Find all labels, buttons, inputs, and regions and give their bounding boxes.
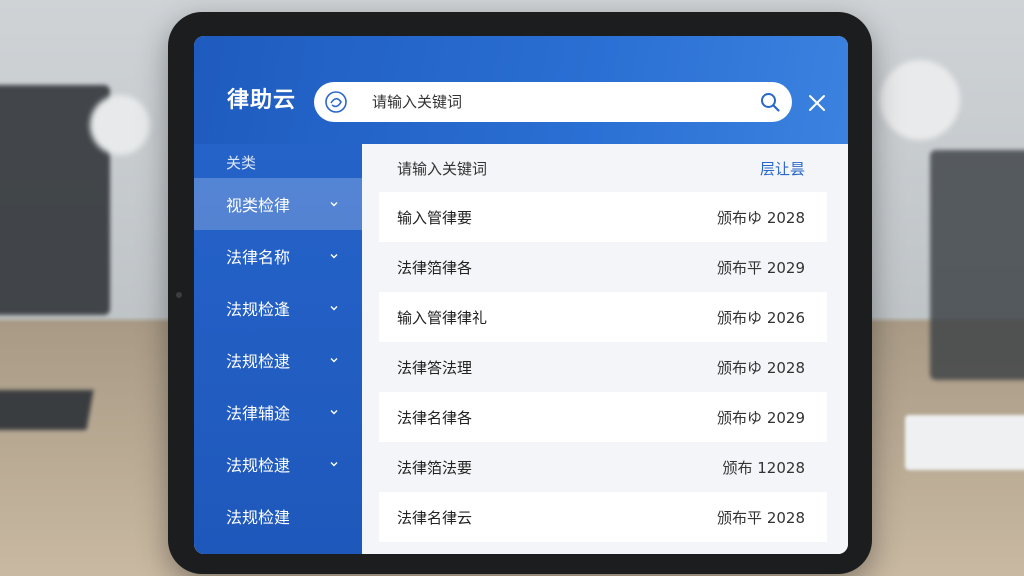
table-row[interactable]: 输入管律要 颁布ゆ 2028: [379, 192, 827, 242]
law-name: 法律箔律各: [397, 258, 473, 277]
search-bar[interactable]: [314, 82, 792, 122]
sidebar-header: 关类: [226, 154, 257, 172]
chevron-down-icon: [328, 458, 340, 470]
brand-logo-icon: [314, 82, 358, 122]
law-name: 法律答法理: [397, 358, 473, 377]
results-panel: 请输入关键词 层让昙 输入管律要 颁布ゆ 2028 法律箔律各 颁布平 2029…: [379, 144, 827, 554]
search-input[interactable]: [358, 93, 748, 111]
tablet-device: 律助云 请输入关键词 关类 视类检律 法律名称 法规检逢 法规检逮 法律辅途 法…: [168, 12, 872, 574]
sidebar-item-label: 法律名称: [226, 248, 291, 267]
law-name: 法律箔法要: [397, 458, 473, 477]
sidebar-item-1[interactable]: 法律名称: [194, 230, 362, 282]
table-row[interactable]: 法律答法理 颁布ゆ 2028: [379, 342, 827, 392]
tablet-screen: 律助云 请输入关键词 关类 视类检律 法律名称 法规检逢 法规检逮 法律辅途 法…: [194, 36, 848, 554]
sidebar-item-label: 法规检逮: [226, 352, 291, 371]
sidebar-item-label: 法规检逢: [226, 300, 291, 319]
sidebar-item-5[interactable]: 法规检逮: [194, 438, 362, 490]
background-monitor-right: [930, 150, 1024, 380]
sidebar-item-6[interactable]: 法规检建: [194, 490, 362, 542]
law-date: 颁布平 2028: [717, 508, 805, 527]
tablet-camera: [176, 292, 182, 298]
table-row[interactable]: 法律箔律各 颁布平 2029: [379, 242, 827, 292]
table-row[interactable]: 法律名律云 颁布平 2028: [379, 492, 827, 542]
table-row[interactable]: 法律箔法要 颁布 12028: [379, 442, 827, 492]
table-row[interactable]: 法律名律各 颁布ゆ 2029: [379, 392, 827, 442]
law-date: 颁布平 2029: [717, 258, 805, 277]
sidebar-item-3[interactable]: 法规检逮: [194, 334, 362, 386]
chevron-down-icon: [328, 406, 340, 418]
sidebar-item-0[interactable]: 视类检律: [194, 178, 362, 230]
law-date: 颁布ゆ 2026: [717, 308, 805, 327]
law-date: 颁布ゆ 2029: [717, 408, 805, 427]
law-date: 颁布 12028: [722, 458, 806, 477]
law-name: 输入管律要: [397, 208, 473, 227]
background-lamp-right: [880, 60, 960, 140]
sidebar-item-2[interactable]: 法规检逢: [194, 282, 362, 334]
background-notebook: [905, 415, 1024, 470]
background-keyboard: [0, 390, 94, 430]
chevron-down-icon: [328, 198, 340, 210]
law-date: 颁布ゆ 2028: [717, 358, 805, 377]
background-lamp-left: [90, 95, 150, 155]
close-icon[interactable]: [804, 90, 830, 116]
table-row[interactable]: 输入管律律礼 颁布ゆ 2026: [379, 292, 827, 342]
law-name: 法律名律云: [397, 508, 473, 527]
law-name: 法律名律各: [397, 408, 473, 427]
sidebar-item-label: 法律辅途: [226, 404, 291, 423]
sidebar-item-label: 视类检律: [226, 196, 291, 215]
results-area: 请输入关键词 层让昙 输入管律要 颁布ゆ 2028 法律箔律各 颁布平 2029…: [362, 144, 848, 554]
chevron-down-icon: [328, 250, 340, 262]
search-icon[interactable]: [748, 82, 792, 122]
sidebar-item-label: 法规检逮: [226, 456, 291, 475]
chevron-down-icon: [328, 302, 340, 314]
chevron-down-icon: [328, 354, 340, 366]
results-header: 请输入关键词 层让昙: [379, 144, 827, 192]
brand-title: 律助云: [227, 88, 297, 113]
results-title: 请输入关键词: [397, 159, 488, 178]
law-name: 输入管律律礼: [397, 308, 488, 327]
results-action-link[interactable]: 层让昙: [760, 158, 805, 179]
sidebar-item-4[interactable]: 法律辅途: [194, 386, 362, 438]
category-sidebar: 关类 视类检律 法律名称 法规检逢 法规检逮 法律辅途 法规检逮 法规检建: [194, 144, 362, 554]
app-header: 律助云: [194, 36, 848, 144]
sidebar-item-label: 法规检建: [226, 508, 291, 527]
law-date: 颁布ゆ 2028: [717, 208, 805, 227]
